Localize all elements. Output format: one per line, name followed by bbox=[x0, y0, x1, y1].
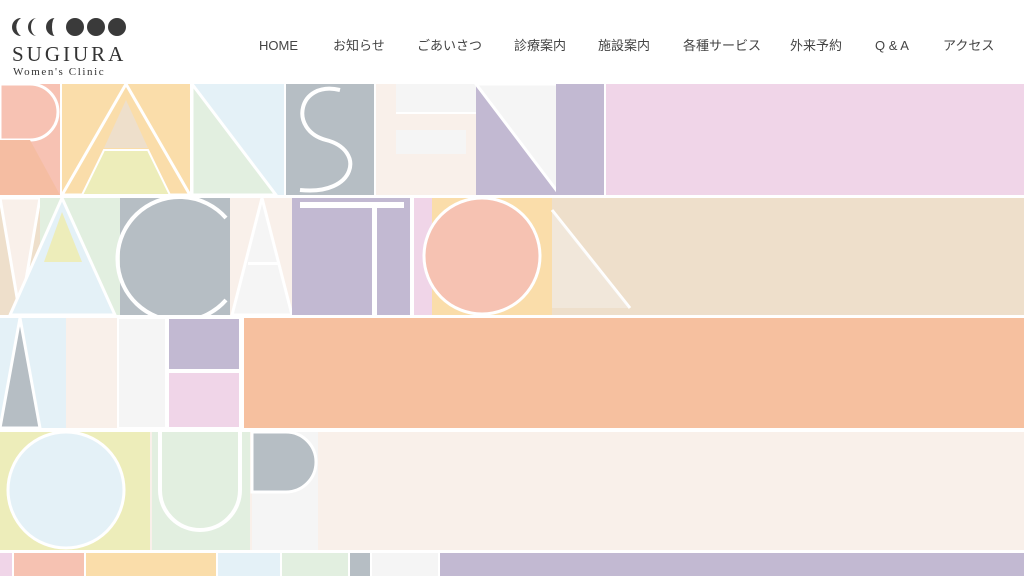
hero-line-4 bbox=[0, 432, 1024, 550]
site-header: SUGIURA Women's Clinic HOME お知らせ ごあいさつ 診… bbox=[0, 0, 1024, 84]
hero-geometric-letters bbox=[0, 84, 1024, 576]
hero-bottom-strip bbox=[0, 553, 1024, 576]
nav-item-access[interactable]: アクセス bbox=[943, 38, 994, 54]
nav-item-news[interactable]: お知らせ bbox=[333, 38, 385, 54]
nav-item-greeting[interactable]: ごあいさつ bbox=[417, 38, 482, 54]
nav-item-qa[interactable]: Q & A bbox=[875, 38, 909, 54]
nav-item-reservation[interactable]: 外来予約 bbox=[790, 38, 842, 54]
moon-phases-icon bbox=[12, 18, 126, 36]
logo-subtitle: Women's Clinic bbox=[13, 66, 106, 78]
logo-name: SUGIURA bbox=[12, 42, 127, 66]
hero-line-1 bbox=[0, 84, 1024, 195]
nav-item-services[interactable]: 各種サービス bbox=[683, 38, 761, 54]
nav-item-medical-guide[interactable]: 診療案内 bbox=[514, 38, 566, 54]
hero-line-3 bbox=[0, 318, 1024, 428]
clinic-logo[interactable]: SUGIURA Women's Clinic bbox=[10, 14, 140, 80]
nav-item-home[interactable]: HOME bbox=[259, 38, 298, 54]
hero-line-2 bbox=[0, 198, 1024, 315]
nav-item-facility-guide[interactable]: 施設案内 bbox=[598, 38, 650, 54]
